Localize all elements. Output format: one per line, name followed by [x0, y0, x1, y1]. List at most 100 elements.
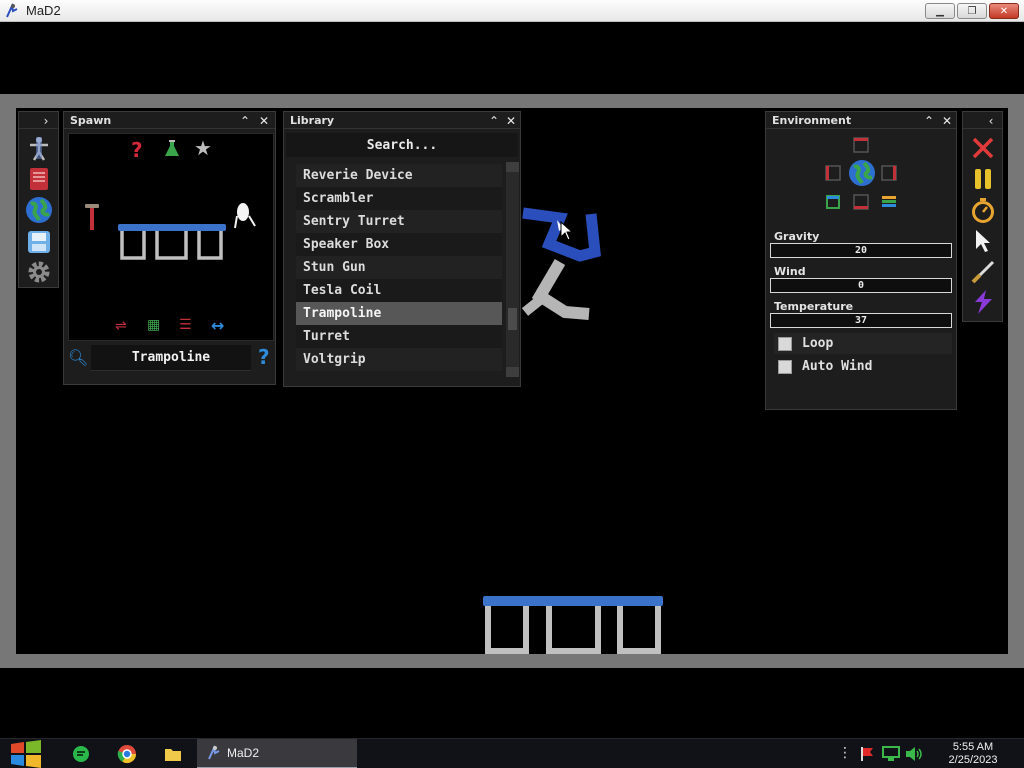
stool-icon [85, 204, 99, 230]
library-title: Library [290, 114, 335, 127]
chrome-icon [117, 745, 136, 764]
taskbar-chat-app[interactable] [70, 743, 92, 765]
wall-bottom-icon[interactable] [853, 194, 869, 210]
library-item[interactable]: Speaker Box [296, 233, 502, 256]
globe-icon [26, 197, 52, 223]
grid-icon[interactable]: ▦ [147, 317, 160, 333]
start-button[interactable] [10, 739, 42, 768]
clock-date: 2/25/2023 [948, 754, 998, 766]
sliders-icon[interactable]: ⇌ [115, 318, 127, 334]
lightning-tool-button[interactable] [969, 288, 997, 316]
loop-toggle[interactable]: Loop [774, 333, 952, 354]
star-icon[interactable]: ★ [194, 136, 212, 160]
ragdoll-icon [30, 137, 48, 161]
overflow-icon[interactable]: ⋮ [838, 745, 852, 761]
gravity-field[interactable]: 20 [770, 243, 952, 258]
pause-button[interactable] [969, 165, 997, 193]
spawn-namebar: 🔍︎ Trampoline ? [64, 344, 275, 374]
taskbar-mad2-task[interactable]: MaD2 [197, 739, 357, 768]
library-search-input[interactable]: Search... [286, 133, 518, 157]
loop-label: Loop [802, 336, 834, 351]
minimize-icon: ▁ [936, 5, 944, 17]
globe-icon[interactable] [848, 159, 876, 187]
screen: MaD2 ▁ ❐ ✕ › Spawn ⌃ ✕ ? ★ ⇌ ▦ ☰ ↔ 🔍︎ Tr… [0, 0, 1024, 768]
spawn-collapse-button[interactable]: ⌃ [237, 113, 253, 128]
library-item[interactable]: Scrambler [296, 187, 502, 210]
layers-icon[interactable] [881, 194, 897, 210]
library-item[interactable]: Reverie Device [296, 164, 502, 187]
search-icon[interactable]: 🔍︎ [68, 348, 88, 367]
library-close-button[interactable]: ✕ [503, 113, 519, 128]
scroll-up-arrow[interactable] [506, 162, 519, 172]
flask-icon[interactable] [164, 140, 180, 158]
minimize-button[interactable]: ▁ [925, 3, 955, 19]
scroll-down-arrow[interactable] [506, 367, 519, 377]
restore-button[interactable]: ❐ [957, 3, 987, 19]
auto-wind-toggle[interactable]: Auto Wind [774, 356, 952, 377]
settings-button[interactable] [25, 258, 53, 286]
spawn-preview[interactable]: ? ★ ⇌ ▦ ☰ ↔ [68, 133, 274, 341]
library-item[interactable]: Tesla Coil [296, 279, 502, 302]
close-icon: ✕ [941, 113, 953, 128]
app-icon [208, 745, 220, 760]
loop-checkbox[interactable] [778, 336, 792, 351]
spawn-selected-name[interactable]: Trampoline [91, 345, 251, 371]
right-toolbar: ‹ [962, 111, 1003, 322]
slow-motion-button[interactable] [969, 196, 997, 224]
ragdoll-tool-button[interactable] [25, 134, 53, 162]
list-icon[interactable]: ☰ [179, 317, 192, 333]
restore-icon: ❐ [967, 5, 977, 17]
folder-icon [165, 749, 181, 761]
help-icon[interactable]: ? [258, 345, 270, 369]
save-button[interactable] [25, 228, 53, 256]
taskbar-file-explorer[interactable] [162, 743, 184, 765]
ragdoll[interactable] [505, 200, 615, 330]
library-item-selected[interactable]: Trampoline [296, 302, 502, 325]
library-book-button[interactable] [25, 165, 53, 193]
left-toolbar-header: › [19, 112, 58, 129]
library-item[interactable]: Sentry Turret [296, 210, 502, 233]
temperature-field[interactable]: 37 [770, 313, 952, 328]
select-tool-button[interactable] [969, 227, 997, 255]
question-icon[interactable]: ? [131, 138, 143, 162]
collapse-button[interactable]: ‹ [983, 113, 999, 128]
auto-wind-checkbox[interactable] [778, 359, 792, 374]
cursor-pointer-icon [560, 221, 574, 241]
wind-field[interactable]: 0 [770, 278, 952, 293]
scroll-thumb[interactable] [508, 308, 517, 330]
knife-tool-button[interactable] [969, 258, 997, 286]
environment-header: Environment ⌃ ✕ [766, 112, 956, 129]
stopwatch-icon [972, 198, 994, 223]
environment-globe-button[interactable] [25, 196, 53, 224]
library-item[interactable]: Voltgrip [296, 348, 502, 371]
delete-all-button[interactable] [969, 134, 997, 162]
spawn-close-button[interactable]: ✕ [256, 113, 272, 128]
chevron-up-icon: ⌃ [239, 113, 251, 128]
environment-collapse-button[interactable]: ⌃ [921, 113, 937, 128]
wall-all-icon[interactable] [825, 194, 841, 210]
taskbar-chrome[interactable] [116, 743, 138, 765]
taskbar: MaD2 ⋮ 5:55 AM 2/25/2023 [0, 738, 1024, 768]
flag-icon[interactable] [859, 746, 875, 762]
close-icon: ✕ [505, 113, 517, 128]
gear-icon [28, 261, 50, 283]
book-icon [30, 168, 48, 190]
library-scrollbar[interactable] [506, 162, 519, 377]
wall-left-icon[interactable] [825, 165, 841, 181]
close-button[interactable]: ✕ [989, 3, 1019, 19]
library-collapse-button[interactable]: ⌃ [486, 113, 502, 128]
volume-icon[interactable] [905, 746, 923, 762]
wall-right-icon[interactable] [881, 165, 897, 181]
taskbar-clock[interactable]: 5:55 AM 2/25/2023 [936, 741, 1010, 767]
pause-icon [975, 169, 991, 189]
arrows-icon[interactable]: ↔ [211, 316, 224, 335]
trampoline-object[interactable] [482, 594, 664, 654]
environment-close-button[interactable]: ✕ [939, 113, 955, 128]
library-item[interactable]: Stun Gun [296, 256, 502, 279]
gravity-label: Gravity [774, 230, 820, 243]
wall-top-icon[interactable] [853, 137, 869, 153]
auto-wind-label: Auto Wind [802, 359, 873, 374]
network-icon[interactable] [882, 746, 900, 762]
library-item[interactable]: Turret [296, 325, 502, 348]
expand-button[interactable]: › [38, 113, 54, 128]
